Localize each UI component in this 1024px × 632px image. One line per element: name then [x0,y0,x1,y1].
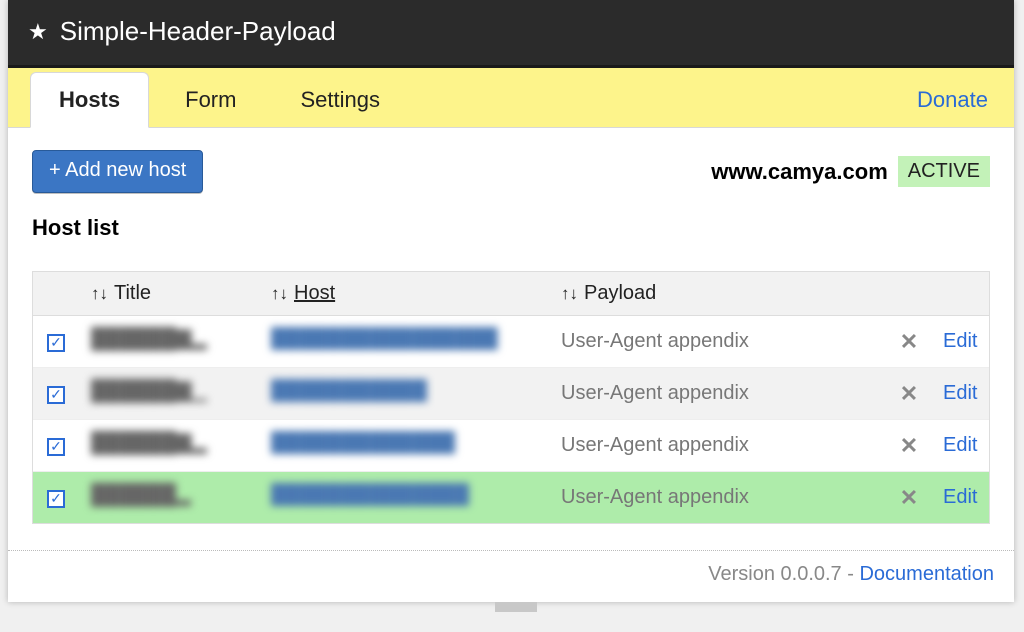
column-title[interactable]: ↑↓Title [79,272,259,315]
edit-link[interactable]: Edit [943,330,977,352]
row-payload: User-Agent appendix [561,382,749,404]
donate-link[interactable]: Donate [917,73,988,127]
row-payload: User-Agent appendix [561,486,749,508]
host-table: ↑↓Title ↑↓Host ↑↓Payload ✓ ██████▇▂ ██████… [32,271,990,524]
checkbox[interactable]: ✓ [47,438,65,456]
table-row: ✓ ██████▇▂ █████████████ User-Agent appendi… [33,420,989,472]
checkbox[interactable]: ✓ [47,334,65,352]
column-payload[interactable]: ↑↓Payload [549,272,887,315]
active-badge: ACTIVE [898,156,990,187]
checkbox[interactable]: ✓ [47,490,65,508]
footer: Version 0.0.0.7 - Documentation [8,550,1014,602]
sort-icon: ↑↓ [91,284,108,303]
row-title: ██████▇▁ [91,378,207,403]
star-icon: ★ [28,19,48,45]
add-host-button[interactable]: + Add new host [32,150,203,193]
sort-icon: ↑↓ [561,284,578,303]
version-label: Version [708,563,775,585]
delete-icon[interactable]: ✕ [900,433,918,458]
row-host: ███████████ [271,379,427,402]
edit-link[interactable]: Edit [943,382,977,404]
tab-hosts[interactable]: Hosts [30,72,149,128]
table-row: ✓ ██████▂ ██████████████ User-Agent appendi… [33,472,989,523]
row-title: ██████▇▂ [91,430,207,455]
sort-icon: ↑↓ [271,284,288,303]
table-header: ↑↓Title ↑↓Host ↑↓Payload [33,272,989,316]
documentation-link[interactable]: Documentation [859,563,994,585]
delete-icon[interactable]: ✕ [900,485,918,510]
row-host: █████████████ [271,431,455,454]
edit-link[interactable]: Edit [943,434,977,456]
delete-icon[interactable]: ✕ [900,329,918,354]
delete-icon[interactable]: ✕ [900,381,918,406]
edit-link[interactable]: Edit [943,486,977,508]
version-number: 0.0.0.7 [781,563,842,585]
app-title: Simple-Header-Payload [60,16,336,47]
current-host: www.camya.com [711,159,887,185]
table-row: ✓ ██████▇▁ ███████████ User-Agent appendix ✕… [33,368,989,420]
content-area: + Add new host www.camya.com ACTIVE Host… [8,128,1014,542]
row-host: ██████████████ [271,483,469,506]
checkbox[interactable]: ✓ [47,386,65,404]
section-title: Host list [32,215,990,241]
tab-bar: Hosts Form Settings Donate [8,68,1014,128]
row-title: ██████▇▂ [91,326,207,351]
title-bar: ★ Simple-Header-Payload [8,0,1014,68]
row-payload: User-Agent appendix [561,434,749,456]
row-title: ██████▂ [91,482,191,507]
tab-settings[interactable]: Settings [272,73,408,127]
scrollbar-thumb[interactable] [495,602,537,612]
row-host: ████████████████ [271,327,498,350]
column-host[interactable]: ↑↓Host [259,272,549,315]
row-payload: User-Agent appendix [561,330,749,352]
table-row: ✓ ██████▇▂ ████████████████ User-Agent appe… [33,316,989,368]
tab-form[interactable]: Form [157,73,264,127]
